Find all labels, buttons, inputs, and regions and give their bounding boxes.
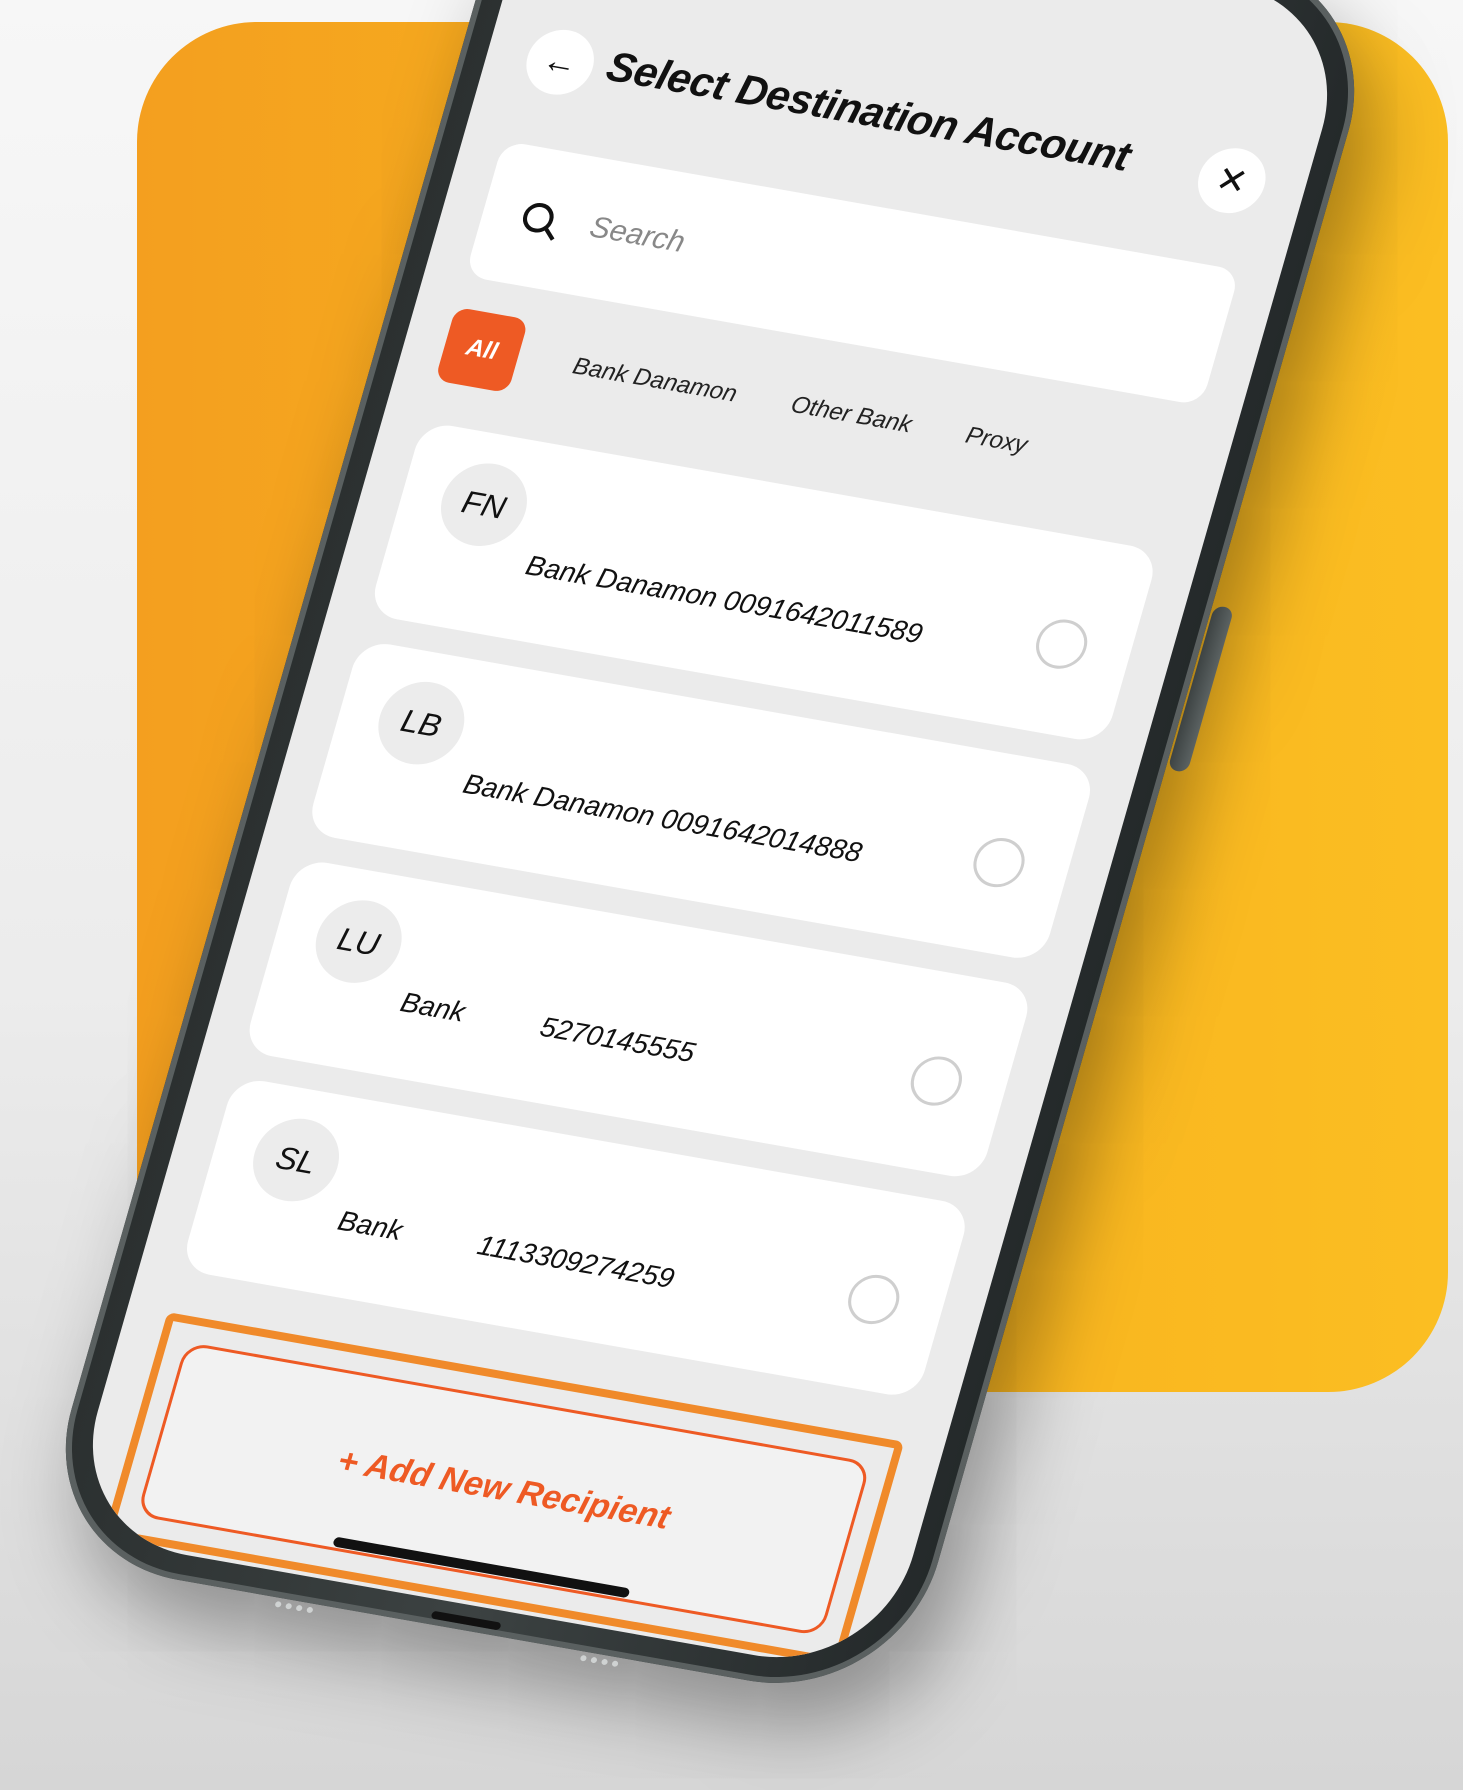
- phone-device: ← Select Destination Account ✕ All Bank …: [30, 0, 1390, 1707]
- avatar: SL: [243, 1112, 350, 1208]
- charging-port: [430, 1610, 502, 1631]
- arrow-left-icon: ←: [538, 40, 583, 84]
- speaker-grille-left: ••••: [270, 1591, 321, 1624]
- tab-other-bank[interactable]: Other Bank: [788, 391, 915, 439]
- account-number: Bank 5270145555: [397, 986, 699, 1069]
- avatar: LB: [368, 675, 475, 772]
- tab-all[interactable]: All: [434, 306, 529, 394]
- speaker-grille-right: ••••: [576, 1645, 626, 1677]
- account-number: Bank Danamon 0091642014888: [459, 768, 866, 869]
- account-number: Bank 1113309274259: [334, 1204, 678, 1294]
- tab-proxy[interactable]: Proxy: [962, 422, 1031, 460]
- radio-unselected-icon[interactable]: [1030, 615, 1094, 673]
- page-title: Select Destination Account: [601, 42, 1136, 180]
- account-number: Bank Danamon 0091642011589: [522, 549, 927, 650]
- phone-scene: ← Select Destination Account ✕ All Bank …: [0, 0, 1463, 1790]
- avatar: FN: [430, 456, 537, 553]
- back-button[interactable]: ←: [518, 24, 602, 100]
- radio-unselected-icon[interactable]: [842, 1270, 906, 1328]
- recipient-list: FN Bank Danamon 0091642011589 LB Bank Da…: [173, 420, 1160, 1425]
- search-input[interactable]: [583, 209, 992, 315]
- radio-unselected-icon[interactable]: [967, 834, 1031, 892]
- radio-unselected-icon[interactable]: [904, 1052, 968, 1110]
- tab-bank-danamon[interactable]: Bank Danamon: [569, 353, 740, 409]
- close-button[interactable]: ✕: [1190, 143, 1274, 219]
- phone-screen: ← Select Destination Account ✕ All Bank …: [62, 0, 1358, 1677]
- avatar: LU: [305, 893, 412, 990]
- search-icon: [519, 200, 558, 235]
- close-icon: ✕: [1211, 157, 1253, 203]
